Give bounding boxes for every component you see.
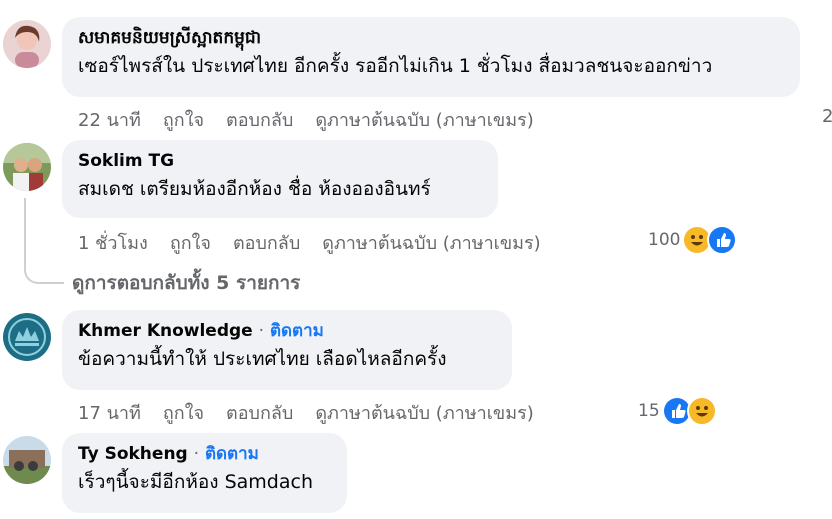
see-original-button[interactable]: ดูภาษาต้นฉบับ (ภาษาเขมร) bbox=[315, 105, 533, 134]
avatar[interactable] bbox=[3, 143, 51, 191]
like-button[interactable]: ถูกใจ bbox=[170, 228, 211, 257]
avatar[interactable] bbox=[3, 313, 51, 361]
separator-dot: · bbox=[193, 444, 200, 464]
comment-time[interactable]: 22 นาที bbox=[78, 105, 141, 134]
comment-bubble: Soklim TG สมเดช เตรียมห้องอีกห้อง ชื่อ ห… bbox=[62, 140, 498, 218]
see-original-button[interactable]: ดูภาษาต้นฉบับ (ภาษาเขมร) bbox=[315, 398, 533, 427]
comment-bubble: សមាគមនិយមស្រីស្អាតកម្ពុជា เซอร์ไพรส์ใน ป… bbox=[62, 17, 800, 97]
avatar-photo bbox=[3, 20, 51, 68]
avatar-photo bbox=[3, 143, 51, 191]
avatar-photo bbox=[3, 313, 51, 361]
comment-text: สมเดช เตรียมห้องอีกห้อง ชื่อ ห้องอองอินท… bbox=[78, 178, 431, 200]
avatar-photo bbox=[3, 436, 51, 484]
comment-text: ข้อความนี้ทำให้ ประเทศไทย เลือดไหลอีกครั… bbox=[78, 348, 447, 370]
comment-time[interactable]: 17 นาที bbox=[78, 398, 141, 427]
comment-bubble: Ty Sokheng · ติดตาม เร็วๆนี้จะมีอีกห้อง … bbox=[62, 433, 347, 513]
thread-connector bbox=[24, 198, 64, 284]
comment-header: Khmer Knowledge · ติดตาม bbox=[78, 320, 496, 342]
comment-author[interactable]: Ty Sokheng bbox=[78, 444, 188, 464]
reaction-count: 15 bbox=[638, 401, 660, 421]
comment-text: เซอร์ไพรส์ใน ประเทศไทย อีกครั้ง รออีกไม่… bbox=[78, 55, 713, 77]
avatar[interactable] bbox=[3, 20, 51, 68]
view-replies-link[interactable]: ดูการตอบกลับทั้ง 5 รายการ bbox=[72, 268, 300, 298]
see-original-button[interactable]: ดูภาษาต้นฉบับ (ภาษาเขมร) bbox=[322, 228, 540, 257]
follow-button[interactable]: ติดตาม bbox=[205, 444, 259, 464]
comment-header: Ty Sokheng · ติดตาม bbox=[78, 443, 331, 465]
reply-button[interactable]: ตอบกลับ bbox=[226, 105, 293, 134]
reply-button[interactable]: ตอบกลับ bbox=[226, 398, 293, 427]
reaction-count: 100 bbox=[648, 230, 681, 250]
like-button[interactable]: ถูกใจ bbox=[163, 105, 204, 134]
comment-actions: 22 นาที ถูกใจ ตอบกลับ ดูภาษาต้นฉบับ (ภาษ… bbox=[78, 105, 556, 134]
comment-author[interactable]: Soklim TG bbox=[78, 150, 482, 172]
haha-icon bbox=[686, 396, 717, 426]
like-icon bbox=[663, 398, 690, 424]
comment-author[interactable]: សមាគមនិយមស្រីស្អាតកម្ពុជា bbox=[78, 27, 784, 49]
like-button[interactable]: ถูกใจ bbox=[163, 398, 204, 427]
comment-author[interactable]: Khmer Knowledge bbox=[78, 321, 253, 341]
reactions-summary[interactable]: 15 bbox=[638, 396, 717, 426]
comment-actions: 17 นาที ถูกใจ ตอบกลับ ดูภาษาต้นฉบับ (ภาษ… bbox=[78, 398, 556, 427]
reply-button[interactable]: ตอบกลับ bbox=[233, 228, 300, 257]
separator-dot: · bbox=[258, 321, 265, 341]
comment-actions: 1 ชั่วโมง ถูกใจ ตอบกลับ ดูภาษาต้นฉบับ (ภ… bbox=[78, 228, 563, 257]
comment-text: เร็วๆนี้จะมีอีกห้อง Samdach bbox=[78, 471, 313, 493]
avatar[interactable] bbox=[3, 436, 51, 484]
like-icon bbox=[707, 225, 738, 255]
comment-time[interactable]: 1 ชั่วโมง bbox=[78, 228, 148, 257]
comment-bubble: Khmer Knowledge · ติดตาม ข้อความนี้ทำให้… bbox=[62, 310, 512, 390]
reaction-count[interactable]: 2 bbox=[822, 106, 832, 127]
reactions-summary[interactable]: 100 bbox=[648, 225, 738, 255]
follow-button[interactable]: ติดตาม bbox=[270, 321, 324, 341]
